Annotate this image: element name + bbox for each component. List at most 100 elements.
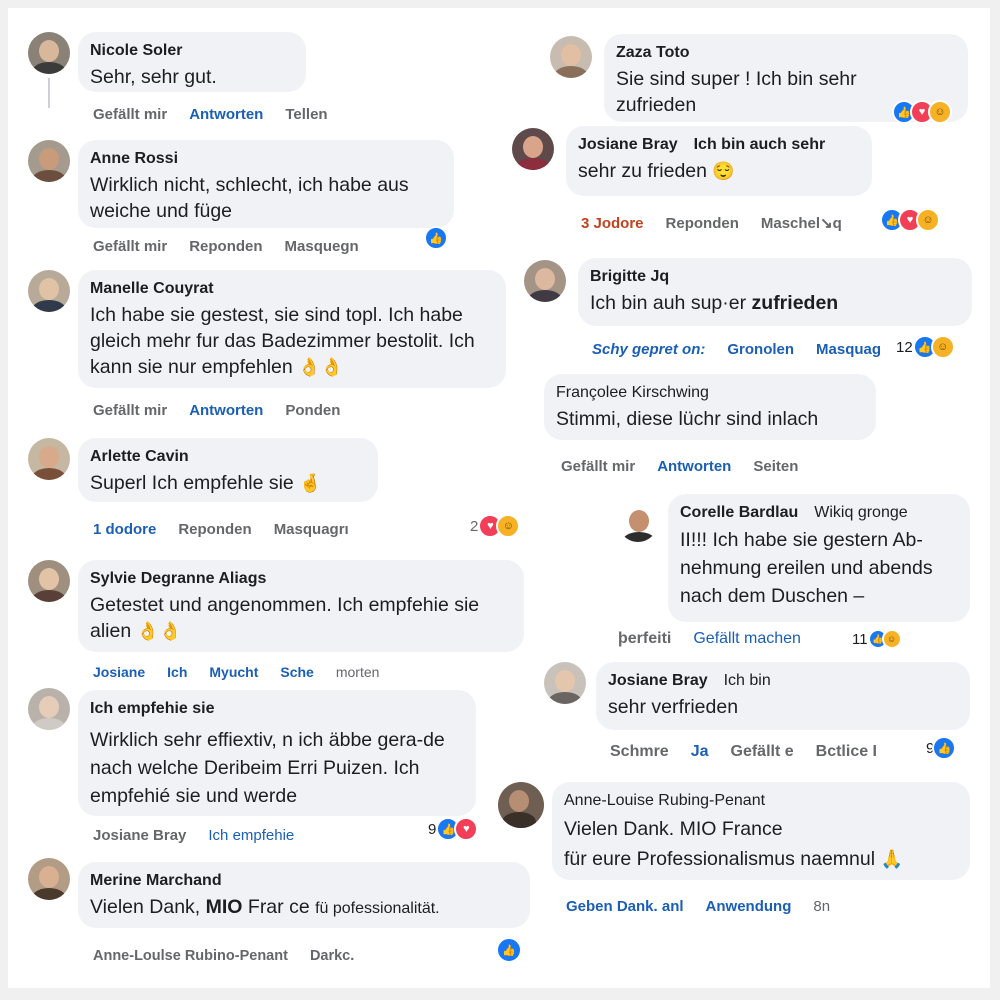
avatar[interactable] bbox=[524, 260, 566, 302]
comment-text: Vielen Dank. MIO France für eure Profess… bbox=[564, 818, 903, 870]
crossed-fingers-emoji: 🤞 bbox=[299, 473, 322, 493]
reactions[interactable]: 2 ♥ ☺ bbox=[470, 514, 521, 538]
reply-button[interactable]: Reponden bbox=[189, 238, 262, 255]
action-link[interactable]: Ich empfehie bbox=[208, 827, 294, 844]
action-link[interactable]: Seiten bbox=[753, 458, 798, 475]
avatar[interactable] bbox=[28, 438, 70, 480]
like-icon: 👍 bbox=[932, 736, 957, 760]
avatar[interactable] bbox=[28, 688, 70, 730]
love-icon: ♥ bbox=[454, 817, 479, 841]
reply-button[interactable]: Reponden bbox=[666, 215, 739, 232]
author-link[interactable]: Josiane Bray bbox=[93, 827, 186, 844]
comment-text: Sehr, sehr gut. bbox=[90, 66, 217, 88]
action-link[interactable]: Ich bbox=[167, 664, 187, 680]
action-link[interactable]: Darkc. bbox=[310, 948, 354, 964]
like-button[interactable]: Gefällt mir bbox=[93, 238, 167, 255]
comment-author[interactable]: Brigitte Jq bbox=[590, 267, 958, 287]
action-link[interactable]: morten bbox=[336, 664, 380, 680]
avatar[interactable] bbox=[28, 270, 70, 312]
reaction-count: 9 bbox=[428, 820, 437, 838]
comment-author[interactable]: Arlette Cavin bbox=[90, 447, 364, 467]
comment-text: Vielen Dank, MIO Frar ce fü pofessionali… bbox=[90, 896, 440, 918]
comment-author[interactable]: Josiane Bray Ich bin auch sehr bbox=[578, 135, 858, 155]
avatar[interactable] bbox=[28, 32, 70, 74]
reactions[interactable]: 11 👍 ☺ bbox=[852, 629, 902, 649]
reply-button[interactable]: Antworten bbox=[189, 402, 263, 419]
comment-author[interactable]: Françolee Kirschwing bbox=[556, 383, 862, 403]
comment-actions: Geben Dank. anl Anwendung 8n bbox=[566, 898, 852, 915]
avatar[interactable] bbox=[550, 36, 592, 78]
avatar[interactable] bbox=[498, 782, 544, 828]
comment-author[interactable]: Ich empfehie sie bbox=[90, 699, 462, 719]
action-link[interactable]: Ja bbox=[691, 743, 709, 761]
comment-actions: Schmre Ja Gefällt e Bctlice I bbox=[610, 743, 899, 761]
share-button[interactable]: Tellen bbox=[285, 106, 327, 123]
comment-actions: Gefällt mir Antworten Seiten bbox=[561, 458, 820, 475]
reaction-count: 2 bbox=[470, 517, 479, 535]
reply-button[interactable]: Reponden bbox=[178, 521, 251, 538]
reply-button[interactable]: Antworten bbox=[657, 458, 731, 475]
like-icon: 👍 bbox=[424, 226, 448, 250]
comment-bubble: Merine Marchand Vielen Dank, MIO Frar ce… bbox=[78, 862, 530, 928]
timestamp: 8n bbox=[813, 898, 831, 915]
reactions[interactable]: 9 👍 ♥ bbox=[428, 817, 479, 841]
reactions[interactable]: 12 👍 ☺ bbox=[896, 335, 955, 359]
comment-author[interactable]: Nicole Soler bbox=[90, 41, 292, 61]
thread-line bbox=[48, 78, 50, 108]
comment-bubble: Anne-Louise Rubing-Penant Vielen Dank. M… bbox=[552, 782, 970, 880]
avatar[interactable] bbox=[544, 662, 586, 704]
comment-text: Ich habe sie gestest, sie sind topl. Ich… bbox=[90, 304, 475, 378]
hide-button[interactable]: Maschel↘q bbox=[761, 214, 842, 232]
action-link[interactable]: Masquag bbox=[816, 341, 881, 358]
comment-actions: Gefällt mir Antworten Tellen bbox=[93, 106, 350, 123]
like-button[interactable]: Gefällt e bbox=[731, 743, 794, 761]
action-link[interactable]: Myucht bbox=[209, 664, 258, 680]
comment-bubble: Arlette Cavin Superl Ich empfehle sie 🤞 bbox=[78, 438, 378, 502]
avatar[interactable] bbox=[512, 128, 554, 170]
comment-bubble: Ich empfehie sie Wirklich sehr effiextiv… bbox=[78, 690, 476, 816]
comment-author[interactable]: Sylvie Degranne Aliags bbox=[90, 569, 510, 589]
action-link[interactable]: Josiane bbox=[93, 664, 145, 680]
comment-text: Sie sind super ! Ich bin sehr zufrieden bbox=[616, 68, 857, 116]
comment-text: Wirklich sehr effiextiv, n ich äbbe gera… bbox=[90, 729, 445, 807]
comment-author[interactable]: Josiane Bray Ich bin bbox=[608, 671, 956, 691]
reply-button[interactable]: Antworten bbox=[189, 106, 263, 123]
action-link[interactable]: þerfeiti bbox=[618, 630, 671, 648]
reactions[interactable]: 👍 ♥ ☺ bbox=[880, 208, 940, 232]
like-button[interactable]: Gefällt mir bbox=[93, 106, 167, 123]
reactions[interactable]: 👍 bbox=[424, 226, 448, 250]
action-link[interactable]: Ponden bbox=[285, 402, 340, 419]
reaction-count: 11 bbox=[852, 630, 868, 648]
author-link[interactable]: Anne-Loulse Rubino-Penant bbox=[93, 948, 288, 964]
action-link[interactable]: Sche bbox=[280, 664, 313, 680]
avatar[interactable] bbox=[28, 560, 70, 602]
avatar[interactable] bbox=[28, 858, 70, 900]
action-link[interactable]: Gronolen bbox=[727, 341, 794, 358]
action-link[interactable]: Geben Dank. anl bbox=[566, 898, 684, 915]
action-link[interactable]: Schmre bbox=[610, 743, 669, 761]
reactions[interactable]: 9 👍 bbox=[926, 736, 957, 760]
action-link[interactable]: Bctlice I bbox=[816, 743, 877, 761]
like-button[interactable]: Gefällt mir bbox=[561, 458, 635, 475]
comment-text: Stimmi, diese lüchr sind inlach bbox=[556, 408, 819, 430]
reactions-count-link[interactable]: 3 Jodore bbox=[581, 215, 644, 232]
action-link[interactable]: Anwendung bbox=[706, 898, 792, 915]
comment-author[interactable]: Anne-Louise Rubing-Penant bbox=[564, 791, 956, 811]
comment-author[interactable]: Merine Marchand bbox=[90, 871, 516, 891]
avatar[interactable] bbox=[28, 140, 70, 182]
reactions-count-link[interactable]: 1 dodore bbox=[93, 521, 156, 538]
hide-button[interactable]: Masquegn bbox=[285, 238, 359, 255]
like-button[interactable]: Gefällt machen bbox=[693, 630, 801, 648]
comment-author[interactable]: Manelle Couyrat bbox=[90, 279, 492, 299]
comment-bubble: Françolee Kirschwing Stimmi, diese lüchr… bbox=[544, 374, 876, 440]
avatar[interactable] bbox=[618, 502, 658, 542]
hide-button[interactable]: Masquagrı bbox=[274, 521, 349, 538]
comment-author[interactable]: Corelle Bardlau Wikiq gronge bbox=[680, 503, 956, 523]
comment-author[interactable]: Zaza Toto bbox=[616, 43, 954, 63]
ok-hand-emoji: 👌👌 bbox=[136, 621, 182, 641]
like-button[interactable]: Gefällt mir bbox=[93, 402, 167, 419]
action-link[interactable]: Schy gepret on: bbox=[592, 341, 705, 358]
comment-author[interactable]: Anne Rossi bbox=[90, 149, 440, 169]
reactions[interactable]: 👍 ♥ ☺ bbox=[892, 100, 952, 124]
reactions[interactable]: 👍 bbox=[496, 937, 522, 963]
